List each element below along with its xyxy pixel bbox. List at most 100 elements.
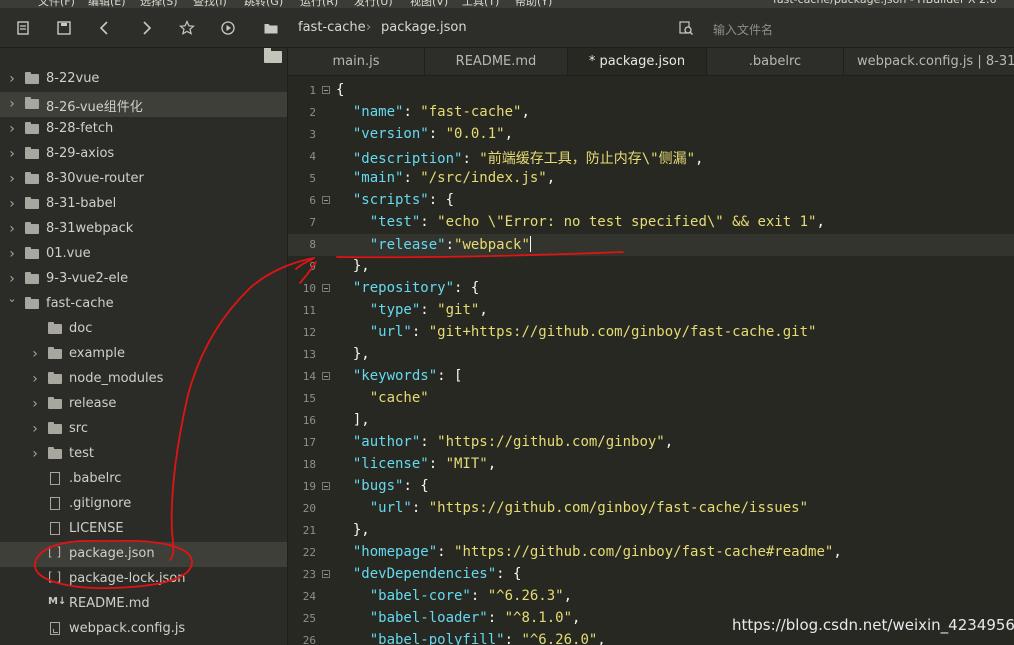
tree-item[interactable]: › 8-26-vue组件化 [0, 92, 287, 117]
chevron-right-icon[interactable]: › [6, 246, 18, 262]
tab-readme[interactable]: README.md [425, 48, 568, 75]
back-icon[interactable] [92, 8, 118, 47]
code-line[interactable]: 14 "keywords": [ [288, 366, 1014, 388]
code-line[interactable]: 17 "author": "https://github.com/ginboy"… [288, 432, 1014, 454]
tree-item[interactable]: › node_modules [0, 367, 287, 392]
breadcrumb-project[interactable]: fast-cache [298, 20, 366, 35]
tab-babelrc[interactable]: .babelrc [707, 48, 844, 75]
tab-webpack-config[interactable]: webpack.config.js | 8-31w [844, 48, 1014, 75]
code-line[interactable]: 8 "release":"webpack" [288, 234, 1014, 256]
chevron-right-icon[interactable]: › [6, 146, 18, 162]
fold-toggle-icon[interactable] [322, 284, 330, 292]
chevron-right-icon[interactable]: › [29, 371, 41, 387]
code-line[interactable]: 6 "scripts": { [288, 190, 1014, 212]
chevron-right-icon[interactable]: › [29, 346, 41, 362]
menu-item[interactable]: 编辑(E) [88, 0, 126, 8]
tree-item[interactable]: › 8-22vue [0, 67, 287, 92]
tree-item-label: LICENSE [69, 521, 124, 536]
tree-item-label: webpack.config.js [69, 621, 186, 636]
new-file-icon[interactable] [10, 8, 36, 47]
tab-package-json[interactable]: * package.json [568, 48, 707, 75]
tree-item[interactable]: › src [0, 417, 287, 442]
chevron-right-icon[interactable]: › [6, 96, 18, 112]
fold-toggle-icon[interactable] [322, 570, 330, 578]
fold-toggle-icon[interactable] [322, 482, 330, 490]
tree-item[interactable]: › 9-3-vue2-ele [0, 267, 287, 292]
code-editor[interactable]: 1{2 "name": "fast-cache", 3 "version": "0… [288, 76, 1014, 645]
code-line[interactable]: 23 "devDependencies": { [288, 564, 1014, 586]
run-icon[interactable] [215, 8, 241, 47]
chevron-right-icon[interactable]: › [29, 396, 41, 412]
tree-item[interactable]: › 8-29-axios [0, 142, 287, 167]
code-line[interactable]: 22 "homepage": "https://github.com/ginbo… [288, 542, 1014, 564]
chevron-right-icon[interactable]: › [6, 121, 18, 137]
tree-item[interactable]: › release [0, 392, 287, 417]
code-line[interactable]: 20 "url": "https://github.com/ginboy/fas… [288, 498, 1014, 520]
chevron-right-icon[interactable]: › [6, 171, 18, 187]
open-folder-icon[interactable] [264, 48, 282, 63]
code-line[interactable]: 7 "test": "echo \"Error: no test specifi… [288, 212, 1014, 234]
tree-item[interactable]: › 01.vue [0, 242, 287, 267]
chevron-right-icon[interactable]: › [6, 271, 18, 287]
file-search-icon[interactable] [673, 8, 699, 47]
menu-item[interactable]: 视图(V) [410, 0, 448, 8]
star-icon[interactable] [174, 8, 200, 47]
code-line[interactable]: 16 ], [288, 410, 1014, 432]
menu-item[interactable]: 跳转(G) [244, 0, 283, 8]
fold-toggle-icon[interactable] [322, 196, 330, 204]
tree-item[interactable]: .babelrc [0, 467, 287, 492]
code-line[interactable]: 21 }, [288, 520, 1014, 542]
chevron-right-icon[interactable]: › [6, 196, 18, 212]
line-number: 14 [302, 370, 316, 383]
code-line[interactable]: 3 "version": "0.0.1", [288, 124, 1014, 146]
tree-item[interactable]: webpack.config.js [0, 617, 287, 642]
code-line[interactable]: 11 "type": "git", [288, 300, 1014, 322]
menu-item[interactable]: 选择(S) [140, 0, 178, 8]
menu-item[interactable]: 运行(R) [300, 0, 338, 8]
tree-item[interactable]: doc [0, 317, 287, 342]
code-line[interactable]: 18 "license": "MIT", [288, 454, 1014, 476]
forward-icon[interactable] [133, 8, 159, 47]
chevron-down-icon[interactable]: ⌄ [6, 292, 18, 305]
tree-item[interactable]: › 8-30vue-router [0, 167, 287, 192]
code-line[interactable]: 24 "babel-core": "^6.26.3", [288, 586, 1014, 608]
save-icon[interactable] [51, 8, 77, 47]
code-line[interactable]: 13 }, [288, 344, 1014, 366]
menu-item[interactable]: 帮助(Y) [515, 0, 552, 8]
tab-main-js[interactable]: main.js [288, 48, 425, 75]
tree-item[interactable]: .gitignore [0, 492, 287, 517]
file-search-input[interactable]: 输入文件名 [713, 21, 773, 38]
tree-item[interactable]: M↓ README.md [0, 592, 287, 617]
menu-item[interactable]: 文件(F) [38, 0, 75, 8]
code-line[interactable]: 19 "bugs": { [288, 476, 1014, 498]
chevron-right-icon[interactable]: › [6, 221, 18, 237]
menu-item[interactable]: 发行(U) [354, 0, 393, 8]
code-line[interactable]: 12 "url": "git+https://github.com/ginboy… [288, 322, 1014, 344]
breadcrumb-file[interactable]: package.json [381, 20, 467, 35]
code-line[interactable]: 5 "main": "/src/index.js", [288, 168, 1014, 190]
tree-item[interactable]: LICENSE [0, 517, 287, 542]
chevron-right-icon[interactable]: › [6, 71, 18, 87]
fold-toggle-icon[interactable] [322, 372, 330, 380]
menu-item[interactable]: 查找(I) [193, 0, 227, 8]
fold-toggle-icon[interactable] [322, 86, 330, 94]
tree-item[interactable]: › 8-31webpack [0, 217, 287, 242]
tree-item[interactable]: ⌄ fast-cache [0, 292, 287, 317]
code-line[interactable]: 9 }, [288, 256, 1014, 278]
tree-item-label: 8-31webpack [46, 221, 134, 236]
tree-item[interactable]: › example [0, 342, 287, 367]
code-line[interactable]: 1{ [288, 80, 1014, 102]
chevron-right-icon[interactable]: › [29, 446, 41, 462]
chevron-right-icon[interactable]: › [29, 421, 41, 437]
file-icon [48, 522, 64, 536]
code-line[interactable]: 15 "cache" [288, 388, 1014, 410]
tree-item[interactable]: [ ] package.json [0, 542, 287, 567]
tree-item[interactable]: › test [0, 442, 287, 467]
tree-item[interactable]: [ ] package-lock.json [0, 567, 287, 592]
code-line[interactable]: 4 "description": "前端缓存工具，防止内存\"侧漏", [288, 146, 1014, 168]
tree-item[interactable]: › 8-31-babel [0, 192, 287, 217]
code-line[interactable]: 10 "repository": { [288, 278, 1014, 300]
menu-item[interactable]: 工具(T) [462, 0, 499, 8]
tree-item[interactable]: › 8-28-fetch [0, 117, 287, 142]
code-line[interactable]: 2 "name": "fast-cache", [288, 102, 1014, 124]
